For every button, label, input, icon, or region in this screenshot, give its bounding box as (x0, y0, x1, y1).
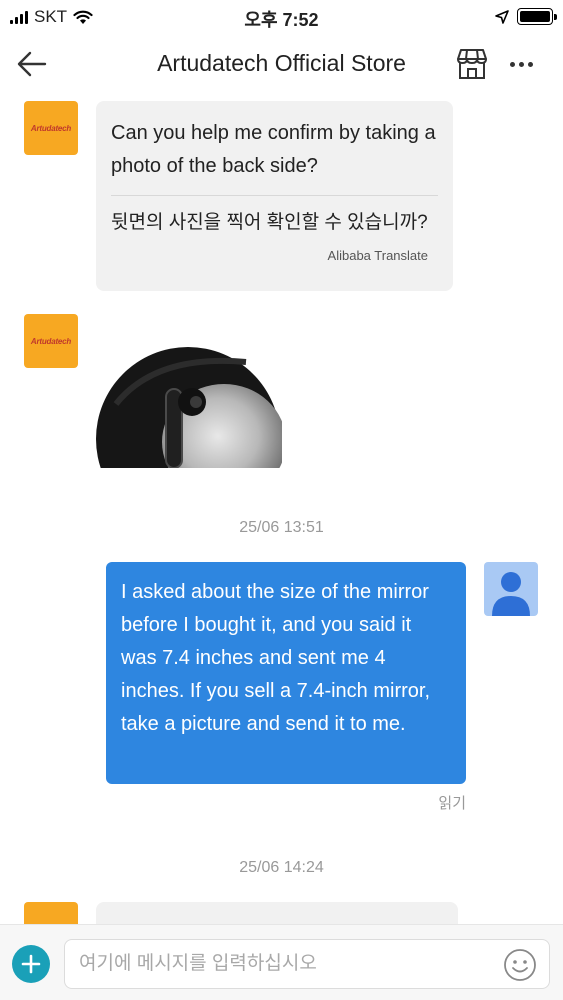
nav-bar: Artudatech Official Store (0, 34, 563, 94)
status-right (495, 8, 557, 25)
image-message[interactable] (96, 344, 282, 468)
battery-icon (517, 8, 557, 25)
location-arrow-icon (495, 9, 509, 24)
add-attachment-button[interactable] (12, 945, 50, 983)
translation-divider (111, 195, 438, 196)
store-avatar[interactable]: Artudatech (24, 314, 78, 368)
store-avatar-logo: Artudatech (30, 123, 72, 133)
translated-text: 뒷면의 사진을 찍어 확인할 수 있습니까? (111, 212, 428, 233)
incoming-message-bubble[interactable]: Can you help me confirm by taking a phot… (96, 101, 453, 291)
status-time: 오후 7:52 (244, 10, 319, 30)
message-text: I asked about the size of the mirror bef… (121, 581, 431, 735)
status-bar: SKT 오후 7:52 (0, 0, 563, 34)
store-avatar[interactable]: Artudatech (24, 101, 78, 155)
user-icon (492, 572, 530, 616)
message-composer (0, 924, 563, 1000)
timestamp: 25/06 13:51 (239, 519, 324, 536)
store-avatar[interactable]: Artudatech (24, 902, 78, 924)
more-button[interactable] (503, 46, 539, 82)
message-input-field[interactable] (64, 939, 550, 989)
message-text: Can you help me confirm by taking a phot… (111, 122, 436, 177)
store-icon (457, 49, 487, 79)
product-photo (96, 344, 282, 468)
outgoing-message-bubble[interactable]: I asked about the size of the mirror bef… (106, 562, 466, 784)
message-input[interactable] (79, 940, 489, 988)
store-avatar-logo: Artudatech (30, 336, 72, 346)
chat-area[interactable]: Artudatech Can you help me confirm by ta… (0, 94, 563, 924)
timestamp: 25/06 14:24 (239, 859, 324, 876)
emoji-icon[interactable] (503, 948, 537, 982)
incoming-message-bubble[interactable] (96, 902, 458, 924)
translation-source-label: Alibaba Translate (327, 248, 428, 263)
plus-icon (21, 954, 41, 974)
user-avatar[interactable] (484, 562, 538, 616)
read-status: 읽기 (438, 795, 466, 812)
store-button[interactable] (452, 44, 492, 84)
more-icon (509, 61, 515, 67)
